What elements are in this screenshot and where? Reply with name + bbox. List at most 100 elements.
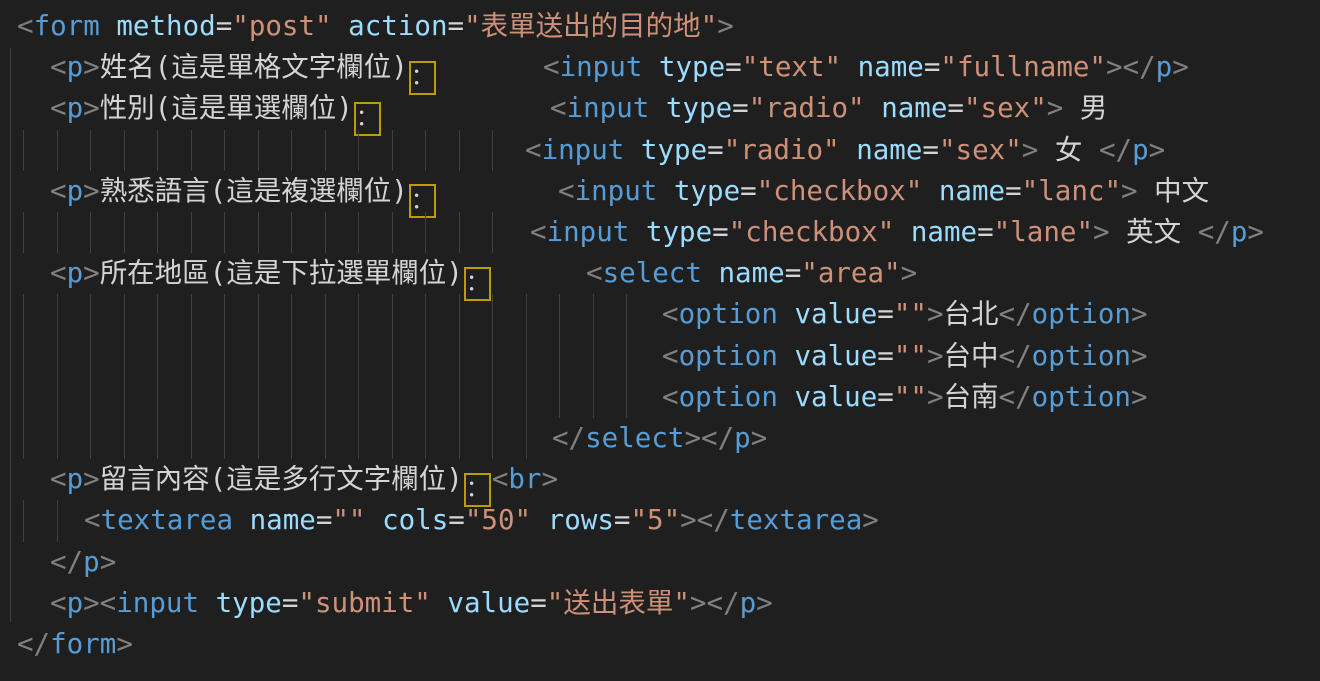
token-eq: =: [316, 504, 333, 536]
indent-guide: [492, 212, 493, 253]
indent-guide: [291, 377, 292, 418]
token-p: >: [116, 628, 133, 660]
indent-guide: [291, 418, 292, 459]
indent-guide: [559, 294, 560, 335]
token-p: <: [662, 298, 679, 330]
token-p: </: [17, 628, 50, 660]
indent-guide: [224, 418, 225, 459]
token-fg: [922, 175, 939, 207]
code-line[interactable]: <p>所在地區(這是下拉選單欄位)：<select name="area">: [0, 253, 1320, 294]
code-line[interactable]: </p>: [0, 542, 1320, 583]
token-eq: =: [530, 587, 547, 619]
indent-guide: [425, 130, 426, 171]
token-attr: type: [659, 51, 725, 83]
token-p: <: [662, 381, 679, 413]
indent-guide: [459, 212, 460, 253]
code-segment: <option value="">台北</option>: [662, 294, 1148, 335]
code-line[interactable]: <textarea name="" cols="50" rows="5"></t…: [0, 500, 1320, 541]
token-tag: p: [67, 587, 84, 619]
indent-guide: [559, 377, 560, 418]
indent-guide: [626, 294, 627, 335]
token-p: <: [558, 175, 575, 207]
token-eq: =: [282, 587, 299, 619]
indent-guide: [358, 377, 359, 418]
token-attr: method: [116, 10, 215, 42]
token-tag: p: [1231, 216, 1248, 248]
token-tag: option: [1032, 381, 1131, 413]
indent-guide: [325, 418, 326, 459]
token-p: >: [927, 381, 944, 413]
code-line[interactable]: <p>留言內容(這是多行文字欄位)：<br>: [0, 459, 1320, 500]
indent-guide: [291, 336, 292, 377]
code-line[interactable]: <input type="checkbox" name="lane"> 英文 <…: [0, 212, 1320, 253]
indent-guide: [90, 377, 91, 418]
indent-guide: [57, 336, 58, 377]
token-eq: =: [877, 340, 894, 372]
token-p: >: [542, 463, 559, 495]
code-line[interactable]: <p>熟悉語言(這是複選欄位)：<input type="checkbox" n…: [0, 171, 1320, 212]
indent-guide: [392, 377, 393, 418]
token-tag: option: [1032, 340, 1131, 372]
token-str: "sex": [939, 134, 1022, 166]
token-p: <: [662, 340, 679, 372]
token-str: "checkbox": [729, 216, 895, 248]
indent-guide: [57, 130, 58, 171]
token-p: <: [50, 92, 67, 124]
code-line[interactable]: </select></p>: [0, 418, 1320, 459]
token-p: >: [1093, 216, 1110, 248]
indent-guide: [224, 377, 225, 418]
indent-guide: [124, 377, 125, 418]
token-p: ></: [680, 504, 730, 536]
code-line[interactable]: <option value="">台中</option>: [0, 336, 1320, 377]
token-p: ></: [690, 587, 740, 619]
code-line[interactable]: <option value="">台北</option>: [0, 294, 1320, 335]
indent-guide: [191, 418, 192, 459]
token-p: >: [1131, 340, 1148, 372]
indent-guide: [526, 294, 527, 335]
token-eq: =: [977, 216, 994, 248]
indent-guide: [124, 294, 125, 335]
code-editor[interactable]: <form method="post" action="表單送出的目的地"><p…: [0, 0, 1320, 681]
token-tag: p: [83, 546, 100, 578]
indent-guide: [492, 336, 493, 377]
token-eq: =: [740, 175, 757, 207]
token-fg: [702, 257, 719, 289]
token-fg: [778, 381, 795, 413]
code-line[interactable]: <input type="radio" name="sex"> 女 </p>: [0, 130, 1320, 171]
token-eq: =: [785, 257, 802, 289]
code-line[interactable]: <p><input type="submit" value="送出表單"></p…: [0, 583, 1320, 624]
token-fg: [629, 216, 646, 248]
indent-guide: [392, 212, 393, 253]
token-tag: option: [679, 381, 778, 413]
indent-guide: [593, 294, 594, 335]
token-str: "": [894, 298, 927, 330]
code-segment: </select></p>: [552, 418, 767, 459]
token-fg: [531, 504, 548, 536]
code-segment: <form method="post" action="表單送出的目的地">: [17, 6, 734, 47]
indent-guide: [358, 336, 359, 377]
token-fg: 留言內容(這是多行文字欄位): [100, 463, 463, 495]
indent-guide: [57, 500, 58, 541]
token-str: "post": [232, 10, 331, 42]
indent-guide: [23, 212, 24, 253]
token-p: </: [50, 546, 83, 578]
indent-guide: [325, 212, 326, 253]
indent-guide: [23, 418, 24, 459]
code-line[interactable]: <option value="">台南</option>: [0, 377, 1320, 418]
token-p: >: [83, 175, 100, 207]
code-line[interactable]: <p>姓名(這是單格文字欄位)：<input type="text" name=…: [0, 47, 1320, 88]
indent-guide: [90, 294, 91, 335]
indent-guide: [526, 336, 527, 377]
indent-guide: [392, 418, 393, 459]
code-line[interactable]: <p>性別(這是單選欄位)：<input type="radio" name="…: [0, 88, 1320, 129]
code-line[interactable]: </form>: [0, 624, 1320, 665]
code-line[interactable]: <form method="post" action="表單送出的目的地">: [0, 6, 1320, 47]
indent-guide: [157, 336, 158, 377]
token-fg: 熟悉語言(這是複選欄位): [100, 175, 408, 207]
indent-guide: [191, 377, 192, 418]
token-fg: 女: [1038, 134, 1099, 166]
token-tag: p: [67, 463, 84, 495]
indent-guide: [459, 336, 460, 377]
token-str: "lane": [994, 216, 1093, 248]
token-tag: p: [740, 587, 757, 619]
